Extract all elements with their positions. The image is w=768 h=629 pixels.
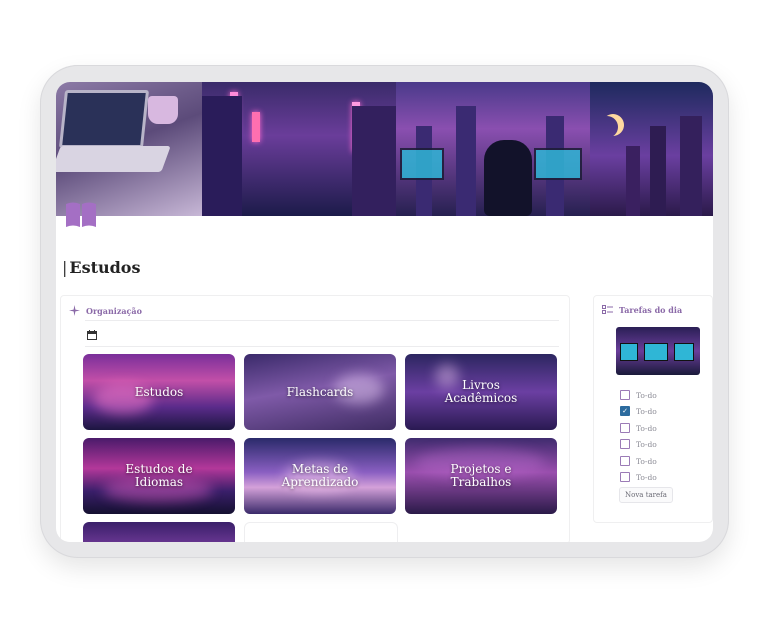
page-title: | Estudos <box>62 258 141 277</box>
card-label: Flashcards <box>286 384 354 399</box>
organization-header: Organização <box>69 305 142 316</box>
card-label: Estudos de Idiomas <box>125 462 193 489</box>
checkbox[interactable] <box>620 390 630 400</box>
card-flashcards[interactable]: Flashcards <box>244 354 396 430</box>
todo-item[interactable]: ✓ To-do <box>620 406 657 416</box>
book-icon <box>66 202 96 227</box>
checkbox[interactable] <box>620 456 630 466</box>
cover-city-street-scene <box>202 82 396 216</box>
cover-night-skyline-scene <box>590 82 713 216</box>
daily-tasks-panel: Tarefas do dia To-do ✓ To-do To-do To-do… <box>593 295 713 523</box>
card-partial[interactable] <box>83 522 235 542</box>
checklist-icon <box>602 305 613 314</box>
card-livros-academicos[interactable]: Livros Acadêmicos <box>405 354 557 430</box>
cover-image <box>56 82 713 216</box>
tasks-cover-image <box>616 327 700 375</box>
checkbox-checked[interactable]: ✓ <box>620 406 630 416</box>
todo-item[interactable]: To-do <box>620 439 657 449</box>
sparkle-icon <box>69 305 80 316</box>
new-task-button[interactable]: Nova tarefa <box>619 487 673 503</box>
cover-desk-monitors-scene <box>396 82 590 216</box>
card-metas-de-aprendizado[interactable]: Metas de Aprendizado <box>244 438 396 514</box>
todo-item[interactable]: To-do <box>620 423 657 433</box>
daily-tasks-header: Tarefas do dia <box>602 305 682 315</box>
card-label: Projetos e Trabalhos <box>450 462 512 489</box>
card-label: Livros Acadêmicos <box>444 378 518 405</box>
todo-item[interactable]: To-do <box>620 472 657 482</box>
calendar-icon[interactable] <box>87 330 97 340</box>
checkbox[interactable] <box>620 439 630 449</box>
divider <box>85 320 559 321</box>
organization-panel: Organização Estudos Flashcards Livros Aca… <box>60 295 570 542</box>
divider <box>85 346 559 347</box>
checkbox[interactable] <box>620 423 630 433</box>
app-screen: | Estudos Organização Estudos Flashcards … <box>56 82 713 542</box>
checkbox[interactable] <box>620 472 630 482</box>
cover-laptop-scene <box>56 82 202 216</box>
card-projetos-e-trabalhos[interactable]: Projetos e Trabalhos <box>405 438 557 514</box>
card-estudos[interactable]: Estudos <box>83 354 235 430</box>
card-empty[interactable] <box>244 522 398 542</box>
card-estudos-de-idiomas[interactable]: Estudos de Idiomas <box>83 438 235 514</box>
todo-item[interactable]: To-do <box>620 456 657 466</box>
card-label: Metas de Aprendizado <box>281 462 359 489</box>
card-label: Estudos <box>134 384 184 399</box>
todo-item[interactable]: To-do <box>620 390 657 400</box>
